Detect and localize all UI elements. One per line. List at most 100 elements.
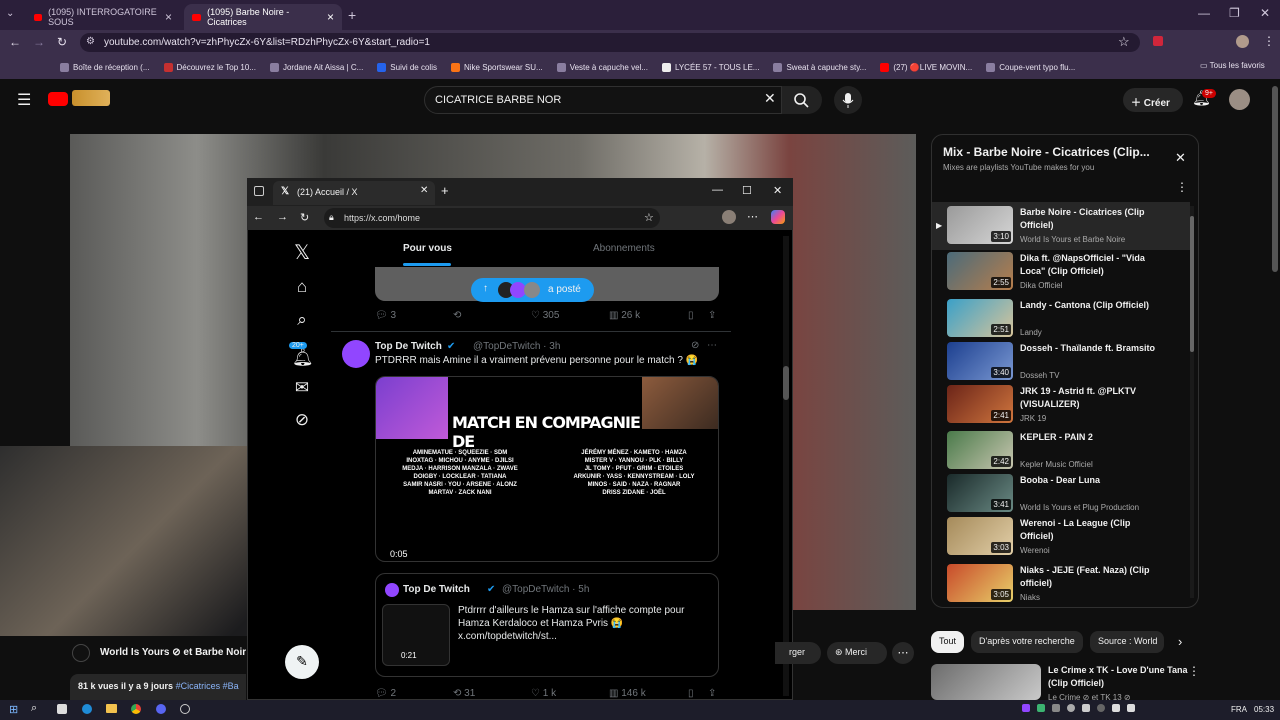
channel-name[interactable]: World Is Yours ⊘ et Barbe Noir bbox=[100, 647, 246, 658]
quote-media-thumbnail[interactable]: 0:21 bbox=[382, 604, 450, 666]
playlist-item[interactable]: 3:41 Booba - Dear Luna World Is Yours et… bbox=[947, 474, 1187, 516]
copilot-icon[interactable] bbox=[771, 210, 785, 224]
bookmark-item[interactable]: Découvrez le Top 10... bbox=[163, 62, 256, 72]
tray-app-icon[interactable] bbox=[1067, 704, 1075, 712]
more-options-icon[interactable]: ⋮ bbox=[1188, 664, 1200, 678]
obs-app-icon[interactable] bbox=[180, 704, 190, 714]
playlist-item[interactable]: 2:55 Dika ft. @NapsOfficiel - "Vida Loca… bbox=[947, 252, 1187, 294]
view-count[interactable]: ▥ 146 k bbox=[609, 688, 646, 699]
scrollbar-thumb[interactable] bbox=[1190, 216, 1194, 352]
close-tab-icon[interactable]: × bbox=[327, 10, 334, 24]
tab-following[interactable]: Abonnements bbox=[593, 243, 655, 254]
notifications-icon[interactable]: 🔔︎ bbox=[292, 348, 314, 368]
bookmark-item[interactable]: Boîte de réception (... bbox=[60, 62, 150, 72]
all-bookmarks[interactable]: ▭ Tous les favoris bbox=[1200, 61, 1265, 70]
more-actions-icon[interactable]: ⋯ bbox=[892, 642, 914, 664]
page-scrollbar-thumb[interactable] bbox=[1272, 86, 1278, 272]
doodle-logo[interactable] bbox=[72, 90, 110, 106]
playlist-scrollbar[interactable] bbox=[1190, 206, 1194, 598]
file-explorer-icon[interactable] bbox=[106, 704, 117, 713]
address-bar[interactable]: youtube.com/watch?v=zhPhycZx-6Y&list=RDz… bbox=[80, 33, 1140, 52]
favorite-star-icon[interactable]: ☆ bbox=[644, 211, 654, 224]
playlist-item[interactable]: 3:40 Dosseh - Thaïlande ft. Bramsito Dos… bbox=[947, 342, 1187, 384]
forward-icon[interactable]: → bbox=[277, 211, 288, 223]
more-options-icon[interactable]: ⋯ bbox=[707, 340, 717, 351]
close-tab-icon[interactable]: ✕ bbox=[420, 185, 428, 196]
video-description[interactable]: 81 k vues il y a 9 jours #Cicatrices #Ba bbox=[70, 674, 246, 700]
edge-tab[interactable]: (21) Accueil / X bbox=[273, 181, 435, 205]
playlist-item[interactable]: 2:42 KEPLER - PAIN 2 Kepler Music Offici… bbox=[947, 431, 1187, 473]
tweet-media-video[interactable]: MATCH EN COMPAGNIE DE AMINEMATUE · SQUEE… bbox=[375, 376, 719, 562]
browser-tab-1[interactable]: (1095) INTERROGATOIRE SOUS × bbox=[26, 4, 180, 30]
x-logo-icon[interactable]: 𝕏 bbox=[292, 240, 312, 265]
messages-icon[interactable]: ✉ bbox=[292, 378, 312, 398]
reload-icon[interactable]: ↻ bbox=[300, 211, 309, 224]
tab-for-you[interactable]: Pour vous bbox=[403, 243, 452, 254]
reply-count[interactable]: 💬︎ 3 bbox=[375, 310, 396, 321]
discord-app-icon[interactable] bbox=[156, 704, 166, 714]
profile-avatar[interactable] bbox=[1236, 35, 1249, 48]
bookmark-icon[interactable]: ▯ bbox=[688, 688, 694, 699]
bookmark-item[interactable]: Suivi de colis bbox=[377, 62, 437, 72]
edge-scrollbar[interactable] bbox=[783, 236, 789, 696]
like-count[interactable]: ♡ 305 bbox=[531, 310, 559, 321]
search-icon[interactable]: ⌕ bbox=[31, 702, 37, 715]
playlist-item[interactable]: 3:10 Barbe Noire - Cicatrices (Clip Offi… bbox=[947, 206, 1187, 248]
channel-avatar[interactable] bbox=[72, 644, 90, 662]
clock[interactable]: 05:33 bbox=[1254, 705, 1274, 714]
minimize-icon[interactable]: — bbox=[712, 184, 723, 196]
menu-dots-icon[interactable]: ⋯ bbox=[747, 210, 758, 223]
bookmark-item[interactable]: Jordane Ait Aissa | C... bbox=[269, 62, 363, 72]
like-count[interactable]: ♡ 1 k bbox=[531, 688, 556, 699]
extension-icon[interactable] bbox=[1153, 36, 1163, 46]
bookmark-star-icon[interactable]: ☆ bbox=[1118, 34, 1130, 50]
recommended-title[interactable]: Le Crime x TK - Love D'une Tana (Clip Of… bbox=[1048, 664, 1188, 690]
chrome-app-icon[interactable] bbox=[131, 704, 141, 714]
bookmark-item[interactable]: Nike Sportswear SU... bbox=[450, 62, 543, 72]
author-avatar[interactable] bbox=[342, 340, 370, 368]
repost-button[interactable]: ⟲ bbox=[453, 310, 461, 321]
scrollbar-thumb[interactable] bbox=[783, 366, 789, 400]
view-count[interactable]: ▥ 26 k bbox=[609, 310, 640, 321]
tweet-author-name[interactable]: Top De Twitch bbox=[375, 341, 442, 352]
search-button[interactable] bbox=[782, 86, 822, 114]
hamburger-menu-icon[interactable]: ☰ bbox=[17, 90, 31, 110]
bookmark-item[interactable]: Veste à capuche vel... bbox=[556, 62, 648, 72]
bookmark-item[interactable]: (27) 🔴LIVE MOVIN... bbox=[880, 62, 972, 72]
playlist-item[interactable]: 2:41 JRK 19 - Astrid ft. @PLKTV (VISUALI… bbox=[947, 385, 1187, 427]
download-button[interactable]: rger bbox=[775, 642, 821, 664]
grok-icon[interactable]: ⊘ bbox=[292, 410, 312, 430]
back-icon[interactable]: ← bbox=[253, 211, 264, 223]
thanks-button[interactable]: ⊛ Merci bbox=[827, 642, 887, 664]
maximize-icon[interactable]: ☐ bbox=[742, 184, 752, 197]
reply-count[interactable]: 💬︎ 2 bbox=[375, 688, 396, 699]
bookmark-item[interactable]: Coupe-vent typo flu... bbox=[986, 62, 1075, 72]
clear-search-icon[interactable]: ✕ bbox=[764, 90, 776, 107]
create-button[interactable]: ＋ Créer bbox=[1123, 88, 1183, 112]
back-icon[interactable]: ← bbox=[9, 35, 21, 49]
forward-icon[interactable]: → bbox=[33, 35, 45, 49]
edge-app-icon[interactable] bbox=[82, 704, 92, 714]
youtube-logo[interactable] bbox=[48, 92, 68, 106]
reload-icon[interactable]: ↻ bbox=[57, 35, 67, 49]
playlist-menu-icon[interactable]: ⋮ bbox=[1176, 180, 1188, 194]
bookmark-icon[interactable]: ▯ bbox=[688, 310, 694, 321]
tweet-handle-time[interactable]: @TopDeTwitch · 3h bbox=[473, 341, 560, 352]
playlist-item[interactable]: 3:03 Werenoi - La League (Clip Officiel)… bbox=[947, 517, 1187, 559]
twitch-tray-icon[interactable] bbox=[1022, 704, 1030, 712]
chip-related-search[interactable]: D'après votre recherche bbox=[971, 631, 1083, 653]
maximize-icon[interactable]: ❐ bbox=[1229, 6, 1240, 20]
playlist-title[interactable]: Mix - Barbe Noire - Cicatrices (Clip... bbox=[943, 145, 1163, 159]
tray-app-icon[interactable] bbox=[1037, 704, 1045, 712]
edge-address-bar[interactable]: https://x.com/home bbox=[324, 208, 660, 228]
windows-start-icon[interactable]: ⊞ bbox=[9, 703, 18, 716]
share-icon[interactable]: ⇪ bbox=[708, 688, 716, 699]
tray-app-icon[interactable] bbox=[1097, 704, 1105, 712]
chevron-right-icon[interactable]: › bbox=[1178, 634, 1182, 649]
browser-tab-2[interactable]: (1095) Barbe Noire - Cicatrices × bbox=[184, 4, 342, 30]
tray-app-icon[interactable] bbox=[1052, 704, 1060, 712]
tray-app-icon[interactable] bbox=[1082, 704, 1090, 712]
home-icon[interactable]: ⌂ bbox=[292, 277, 312, 297]
video-thumbnail[interactable] bbox=[931, 664, 1041, 700]
bookmark-item[interactable]: LYCÉE 57 - TOUS LE... bbox=[661, 62, 759, 72]
